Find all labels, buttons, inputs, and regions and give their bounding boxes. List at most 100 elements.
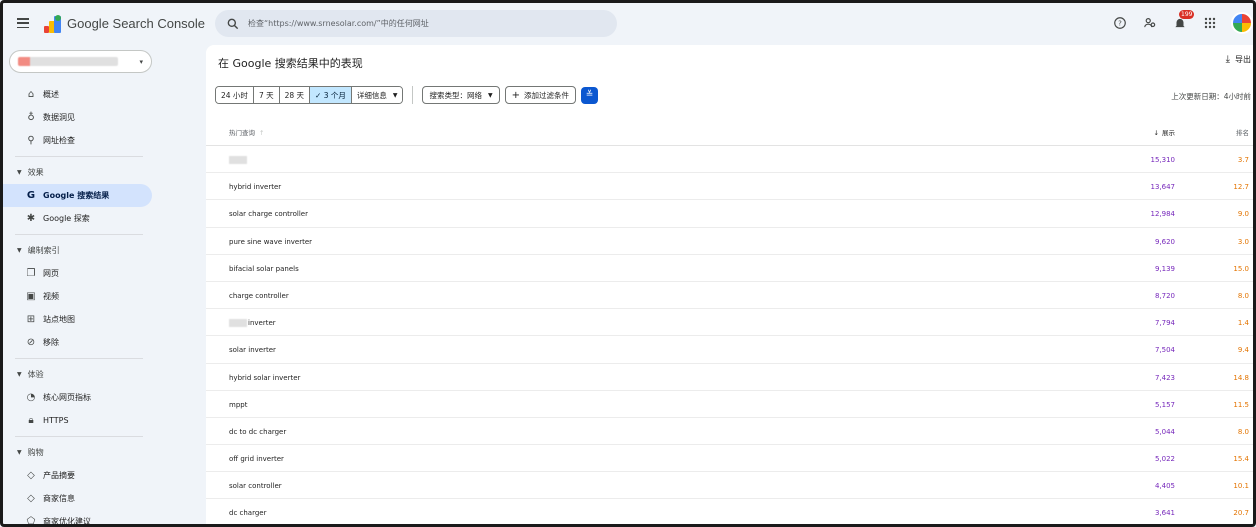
sidebar-item-discover[interactable]: ✱ Google 探索 xyxy=(3,207,163,230)
help-icon[interactable]: ? xyxy=(1109,12,1131,34)
sidebar-item-label: 数据洞见 xyxy=(43,113,75,122)
range-7d[interactable]: 7 天 xyxy=(253,87,280,103)
position-cell: 20.7 xyxy=(1233,509,1249,518)
insights-icon: ♁ xyxy=(27,112,35,123)
impressions-cell: 5,022 xyxy=(1154,455,1175,464)
table-row[interactable]: mppt 5,157 11.5 xyxy=(206,391,1253,418)
query-text: dc charger xyxy=(229,509,267,518)
position-cell: 3.0 xyxy=(1237,237,1249,246)
position-cell: 8.0 xyxy=(1237,291,1249,300)
table-row[interactable]: 15,310 3.7 xyxy=(206,146,1253,174)
sidebar-item-insights[interactable]: ♁ 数据洞见 xyxy=(3,106,163,129)
sidebar-item-label: 商家优化建议 xyxy=(43,517,91,526)
sidebar-item-pages[interactable]: ❐ 网页 xyxy=(3,262,163,285)
pages-icon: ❐ xyxy=(26,268,36,279)
sort-arrow-icon: ↑ xyxy=(259,129,265,137)
position-cell: 1.4 xyxy=(1237,319,1249,328)
sidebar-item-https[interactable]: 🔒︎ HTTPS xyxy=(3,409,163,432)
query-text: inverter xyxy=(248,319,276,328)
users-icon[interactable] xyxy=(1139,12,1161,34)
sidebar-item-label: Google 探索 xyxy=(43,214,90,223)
impressions-cell: 5,044 xyxy=(1154,427,1175,436)
table-row[interactable]: pure sine wave inverter 9,620 3.0 xyxy=(206,228,1253,255)
diamond-icon: ◇ xyxy=(27,493,35,504)
table-row[interactable]: solar controller 4,405 10.1 xyxy=(206,472,1253,500)
url-inspection-search[interactable] xyxy=(215,10,617,37)
section-performance[interactable]: ▼ 效果 xyxy=(3,161,163,184)
property-selector[interactable]: ▾ xyxy=(9,50,152,73)
column-header-impressions[interactable]: ↓ 展示 xyxy=(1154,127,1175,137)
impressions-cell: 9,620 xyxy=(1154,237,1175,246)
search-console-logo[interactable] xyxy=(43,14,63,34)
sidebar-item-search-results[interactable]: G Google 搜索结果 xyxy=(3,184,152,207)
query-cell: dc charger xyxy=(229,509,266,517)
sidebar-item-url-inspection[interactable]: ⚲ 网址检查 xyxy=(3,129,163,152)
account-avatar[interactable] xyxy=(1231,12,1253,34)
sidebar-nav: ⌂ 概述 ♁ 数据洞见 ⚲ 网址检查 ▼ 效果 G Google 搜索结果 ✱ xyxy=(3,83,163,526)
column-header-position[interactable]: 排名 xyxy=(1236,127,1249,137)
query-text: mppt xyxy=(229,400,248,409)
impressions-cell: 5,157 xyxy=(1154,400,1175,409)
sidebar-item-merchant-opportunities[interactable]: ⬠ 商家优化建议 xyxy=(3,510,163,526)
impressions-cell: 8,720 xyxy=(1154,291,1175,300)
table-row[interactable]: dc to dc charger 5,044 8.0 xyxy=(206,418,1253,446)
section-indexing[interactable]: ▼ 编制索引 xyxy=(3,239,163,262)
position-cell: 9.0 xyxy=(1237,210,1249,219)
impressions-cell: 15,310 xyxy=(1150,156,1176,164)
table-row[interactable]: hybrid inverter 13,647 12.7 xyxy=(206,173,1253,201)
window-frame: Google Search Console ? 199 ▾ xyxy=(0,0,1256,527)
range-3m[interactable]: ✓ 3 个月 xyxy=(310,87,352,103)
table-row[interactable]: charge controller 8,720 8.0 xyxy=(206,282,1253,310)
divider xyxy=(15,436,143,437)
query-text: solar inverter xyxy=(229,346,276,355)
filter-icon[interactable]: ≚ xyxy=(581,86,598,104)
add-filter-button[interactable]: + 添加过滤条件 xyxy=(504,86,576,104)
export-button[interactable]: ⤓ 导出 xyxy=(1226,54,1251,65)
sidebar-item-videos[interactable]: ▣ 视频 xyxy=(3,285,163,308)
table-row[interactable]: bifacial solar panels 9,139 15.0 xyxy=(206,255,1253,282)
query-text: solar controller xyxy=(229,482,282,491)
search-type-filter[interactable]: 搜索类型：网络 ▼ xyxy=(422,86,500,104)
range-details[interactable]: 详细信息 ▼ xyxy=(351,87,403,103)
impressions-cell: 13,647 xyxy=(1150,183,1176,192)
app-title[interactable]: Google Search Console xyxy=(67,16,205,31)
chevron-down-icon: ▾ xyxy=(139,58,143,66)
sort-down-icon: ↓ xyxy=(1153,129,1159,137)
apps-grid-icon[interactable] xyxy=(1199,12,1221,34)
range-24h[interactable]: 24 小时 xyxy=(216,87,254,103)
sidebar-item-product-snippets[interactable]: ◇ 产品摘要 xyxy=(3,464,163,487)
sidebar-item-core-web-vitals[interactable]: ◔ 核心网页指标 xyxy=(3,386,163,409)
sitemap-icon: ⊞ xyxy=(26,314,36,325)
range-28d[interactable]: 28 天 xyxy=(279,87,311,103)
notifications-icon[interactable]: 199 xyxy=(1169,10,1195,34)
collapse-icon: ▼ xyxy=(17,449,22,456)
details-label: 详细信息 xyxy=(356,90,387,100)
section-shopping[interactable]: ▼ 购物 xyxy=(3,441,163,464)
table-row[interactable]: solar inverter 7,504 9.4 xyxy=(206,336,1253,364)
column-header-query[interactable]: 热门查询 ↑ xyxy=(229,127,264,137)
sidebar-item-overview[interactable]: ⌂ 概述 xyxy=(3,83,163,106)
date-range-selector: 24 小时 7 天 28 天 ✓ 3 个月 详细信息 ▼ xyxy=(215,86,404,104)
filter-bar: 24 小时 7 天 28 天 ✓ 3 个月 详细信息 ▼ 搜索类型：网络 ▼ + … xyxy=(215,86,598,104)
video-icon: ▣ xyxy=(26,291,36,302)
query-text: hybrid inverter xyxy=(229,183,282,192)
removals-icon: ⊘ xyxy=(26,337,36,348)
table-row[interactable]: solar charge controller 12,984 9.0 xyxy=(206,200,1253,228)
collapse-icon: ▼ xyxy=(17,371,22,378)
impressions-cell: 3,641 xyxy=(1154,509,1175,518)
table-header: 热门查询 ↑ ↓ 展示 排名 xyxy=(206,119,1253,146)
table-row[interactable]: hybrid solar inverter 7,423 14.8 xyxy=(206,364,1253,391)
sidebar-item-sitemaps[interactable]: ⊞ 站点地图 xyxy=(3,308,163,331)
section-experience[interactable]: ▼ 体验 xyxy=(3,363,163,386)
query-text: dc to dc charger xyxy=(229,427,287,436)
table-row[interactable]: inverter 7,794 1.4 xyxy=(206,309,1253,337)
table-row[interactable]: dc charger 3,641 20.7 xyxy=(206,499,1253,524)
sidebar-item-merchant-listings[interactable]: ◇ 商家信息 xyxy=(3,487,163,510)
sidebar-item-removals[interactable]: ⊘ 移除 xyxy=(3,331,163,354)
top-icons: ? 199 xyxy=(1101,10,1253,34)
search-input[interactable] xyxy=(248,19,588,28)
diamond-icon: ◇ xyxy=(27,470,35,481)
impressions-header-label: 展示 xyxy=(1162,129,1175,137)
menu-icon[interactable] xyxy=(17,18,29,28)
table-row[interactable]: off grid inverter 5,022 15.4 xyxy=(206,445,1253,473)
